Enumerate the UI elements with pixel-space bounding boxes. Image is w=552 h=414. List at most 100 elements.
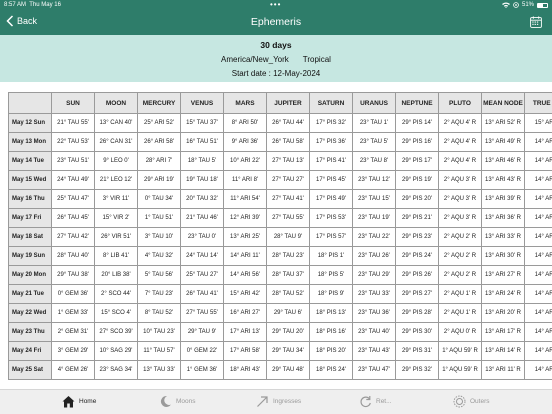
location-icon	[513, 2, 519, 8]
position-cell: 2° GEM 31'	[51, 322, 95, 342]
position-cell: 29° PIS 27'	[395, 284, 439, 304]
table-row: May 25 Sat 4° GEM 26' 23° SAG 34' 13° TAU 3…	[8, 360, 552, 380]
tab-home-label: Home	[79, 398, 97, 405]
position-cell: 23° TAU 36'	[352, 303, 396, 323]
battery-icon	[537, 2, 548, 8]
position-cell: 20° LIB 38'	[94, 265, 138, 285]
table-row: May 16 Thu 25° TAU 47' 3° VIR 11' 0° TAU 34…	[8, 189, 552, 209]
position-cell: 17° ARI 58'	[223, 341, 267, 361]
position-cell: 29° PIS 32'	[395, 360, 439, 380]
position-cell: 13° ARI 52' R	[481, 113, 525, 133]
position-cell: 13° ARI 43' R	[481, 170, 525, 190]
table-row: May 15 Wed 24° TAU 49' 21° LEO 12' 29° ARI …	[8, 170, 552, 190]
position-cell: 13° ARI 27' R	[481, 265, 525, 285]
position-cell: 29° TAU 38'	[51, 265, 95, 285]
date-cell: May 21 Tue	[8, 284, 52, 304]
position-cell: 16° TAU 51'	[180, 132, 224, 152]
tab-bar: Home Moons Ingresses Ret... Outers	[0, 389, 552, 414]
table-header-row: SUN MOON MERCURY VENUS MARS JUPITER SATURN URAN…	[8, 92, 552, 114]
position-cell: 2° AQU 2' R	[438, 227, 482, 247]
position-cell: 29° PIS 26'	[395, 265, 439, 285]
tab-retrogrades[interactable]: Ret...	[359, 395, 392, 408]
column-header: MOON	[94, 92, 138, 114]
date-cell: May 17 Fri	[8, 208, 52, 228]
date-cell: May 12 Sun	[8, 113, 52, 133]
column-header: VENUS	[180, 92, 224, 114]
position-cell: 23° TAU 26'	[352, 246, 396, 266]
table-body: May 12 Sun 21° TAU 55' 13° CAN 40' 25° ARI …	[8, 113, 552, 380]
position-cell: 29° PIS 20'	[395, 189, 439, 209]
position-cell: 27° SCO 39'	[94, 322, 138, 342]
position-cell: 27° TAU 42'	[51, 227, 95, 247]
position-cell: 26° TAU 41'	[180, 284, 224, 304]
tab-moons-label: Moons	[176, 398, 196, 405]
date-cell: May 25 Sat	[8, 360, 52, 380]
ephemeris-table-container[interactable]: SUN MOON MERCURY VENUS MARS JUPITER SATURN URAN…	[8, 92, 552, 381]
position-cell: 13° ARI 14' R	[481, 341, 525, 361]
position-cell: 1° AQU 59' R	[438, 360, 482, 380]
position-cell: 13° CAN 40'	[94, 113, 138, 133]
position-cell: 13° ARI 11' R	[481, 360, 525, 380]
position-cell: 23° TAU 51'	[51, 151, 95, 171]
position-cell: 10° TAU 23'	[137, 322, 181, 342]
position-cell: 23° TAU 19'	[352, 208, 396, 228]
position-cell: 25° TAU 47'	[51, 189, 95, 209]
date-text: Thu May 16	[29, 2, 61, 8]
position-cell: 23° TAU 29'	[352, 265, 396, 285]
ephemeris-header: 30 days America/New_York Tropical Start d…	[0, 35, 552, 82]
tab-outers[interactable]: Outers	[453, 395, 490, 408]
position-cell: 11° ARI 8'	[223, 170, 267, 190]
tab-moons[interactable]: Moons	[159, 395, 196, 408]
position-cell: 14° ARI 11'	[223, 246, 267, 266]
position-cell: 29° PIS 19'	[395, 170, 439, 190]
position-cell: 14° ARI 5	[524, 227, 552, 247]
position-cell: 27° TAU 55'	[180, 303, 224, 323]
position-cell: 8° LIB 41'	[94, 246, 138, 266]
position-cell: 2° AQU 1' R	[438, 284, 482, 304]
position-cell: 13° ARI 36' R	[481, 208, 525, 228]
date-cell: May 19 Sun	[8, 246, 52, 266]
position-cell: 17° PIS 32'	[309, 113, 353, 133]
table-row: May 17 Fri 26° TAU 45' 15° VIR 2' 1° TAU 51…	[8, 208, 552, 228]
table-row: May 13 Mon 22° TAU 53' 26° CAN 31' 26° ARI …	[8, 132, 552, 152]
position-cell: 24° TAU 14'	[180, 246, 224, 266]
position-cell: 1° GEM 33'	[51, 303, 95, 323]
position-cell: 17° PIS 49'	[309, 189, 353, 209]
position-cell: 1° GEM 36'	[180, 360, 224, 380]
status-bar: 8:57 AM Thu May 16 ••• 51%	[0, 0, 552, 10]
position-cell: 29° TAU 9'	[180, 322, 224, 342]
tab-home[interactable]: Home	[62, 395, 96, 408]
position-cell: 23° TAU 8'	[352, 151, 396, 171]
position-cell: 15° VIR 2'	[94, 208, 138, 228]
table-row: May 23 Thu 2° GEM 31' 27° SCO 39' 10° TAU 2…	[8, 322, 552, 342]
position-cell: 28° TAU 40'	[51, 246, 95, 266]
position-cell: 18° PIS 16'	[309, 322, 353, 342]
position-cell: 25° ARI 52'	[137, 113, 181, 133]
position-cell: 29° TAU 34'	[266, 341, 310, 361]
position-cell: 17° PIS 45'	[309, 170, 353, 190]
table-row: May 21 Tue 0° GEM 36' 2° SCO 44' 7° TAU 23'…	[8, 284, 552, 304]
date-cell: May 24 Fri	[8, 341, 52, 361]
position-cell: 14° ARI 5	[524, 265, 552, 285]
position-cell: 1° TAU 51'	[137, 208, 181, 228]
position-cell: 20° TAU 32'	[180, 189, 224, 209]
calendar-icon[interactable]	[530, 16, 542, 28]
position-cell: 18° PIS 20'	[309, 341, 353, 361]
position-cell: 27° TAU 13'	[266, 151, 310, 171]
position-cell: 23° TAU 12'	[352, 170, 396, 190]
tab-retrogrades-label: Ret...	[376, 398, 392, 405]
column-header: MERCURY	[137, 92, 181, 114]
tab-ingresses[interactable]: Ingresses	[256, 395, 301, 408]
position-cell: 17° PIS 53'	[309, 208, 353, 228]
position-cell: 27° TAU 55'	[266, 208, 310, 228]
position-cell: 23° SAG 34'	[94, 360, 138, 380]
multitask-dots[interactable]: •••	[270, 0, 281, 10]
position-cell: 18° PIS 9'	[309, 284, 353, 304]
timezone-text: America/New_York	[221, 55, 289, 64]
position-cell: 12° ARI 39'	[223, 208, 267, 228]
position-cell: 23° TAU 1'	[352, 113, 396, 133]
position-cell: 17° PIS 41'	[309, 151, 353, 171]
position-cell: 23° TAU 43'	[352, 341, 396, 361]
battery-percent: 51%	[521, 2, 534, 8]
position-cell: 26° TAU 44'	[266, 113, 310, 133]
